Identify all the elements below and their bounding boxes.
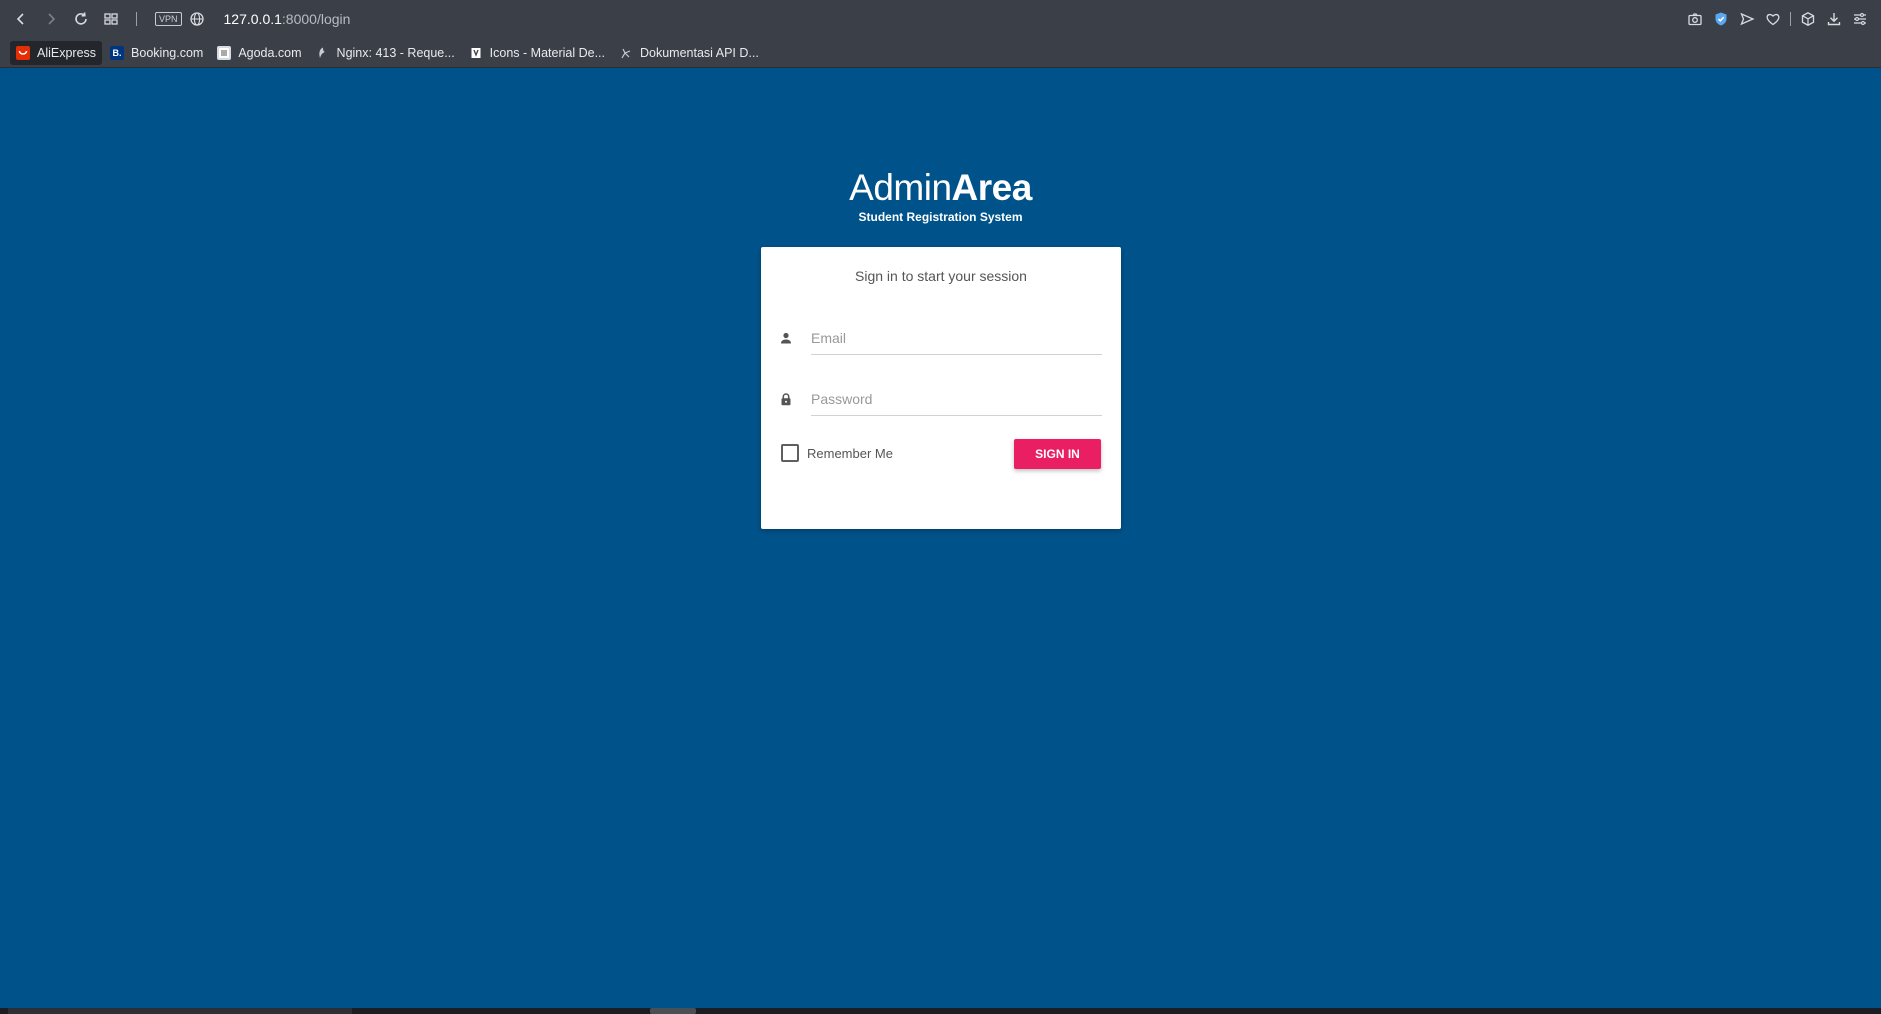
aliexpress-icon: [16, 45, 30, 60]
bookmarks-bar: AliExpress B. Booking.com Agoda.com Ngin…: [0, 38, 1881, 68]
tiles-button[interactable]: [96, 4, 126, 34]
bookmark-label: Agoda.com: [238, 45, 302, 60]
chevron-left-icon: [16, 13, 24, 25]
bookmark-api-docs[interactable]: Dokumentasi API D...: [613, 41, 765, 65]
remember-me[interactable]: Remember Me: [781, 444, 893, 462]
chevron-right-icon: [48, 13, 56, 25]
cube-icon: [1801, 12, 1815, 26]
booking-icon: B.: [110, 45, 125, 60]
snapshot-button[interactable]: [1682, 4, 1708, 34]
material-icon: [469, 46, 483, 60]
heart-icon: [1766, 13, 1780, 26]
bookmark-label: AliExpress: [37, 45, 97, 60]
url-host: 127.0.0.1: [223, 11, 282, 27]
password-field: [779, 378, 1103, 418]
remember-me-checkbox[interactable]: [781, 444, 799, 462]
camera-icon: [1688, 13, 1702, 26]
horizontal-scrollbar[interactable]: [0, 1008, 1881, 1014]
site-info-button[interactable]: [182, 4, 212, 34]
email-field: [779, 317, 1103, 357]
bookmark-label: Nginx: 413 - Reque...: [336, 45, 455, 60]
sign-in-button[interactable]: SIGN IN: [1014, 439, 1101, 469]
vpn-badge[interactable]: VPN: [155, 12, 182, 26]
toolbar-divider: [136, 12, 137, 26]
extensions-button[interactable]: [1795, 4, 1821, 34]
nginx-icon: [316, 46, 330, 60]
download-icon: [1827, 13, 1841, 26]
menu-sliders-icon: [1854, 13, 1866, 25]
send-icon: [1740, 12, 1755, 26]
agoda-icon: [217, 45, 232, 60]
remember-me-label[interactable]: Remember Me: [807, 446, 893, 461]
bookmark-label: Dokumentasi API D...: [640, 45, 759, 60]
bookmark-label: Icons - Material De...: [489, 45, 605, 60]
bookmark-material-icons[interactable]: Icons - Material De...: [463, 41, 611, 65]
reload-icon: [75, 12, 87, 25]
login-message: Sign in to start your session: [855, 268, 1027, 284]
brand-bold: Area: [951, 167, 1033, 208]
back-button[interactable]: [6, 4, 36, 34]
bookmark-aliexpress[interactable]: AliExpress: [10, 40, 103, 65]
brand-subtitle: Student Registration System: [858, 210, 1023, 224]
toolbar-divider-right: [1790, 12, 1791, 26]
easy-setup-button[interactable]: [1847, 4, 1873, 34]
scrollbar-thumb[interactable]: [650, 1008, 696, 1014]
address-bar[interactable]: 127.0.0.1:8000/login: [224, 11, 351, 27]
bookmark-booking[interactable]: B. Booking.com: [104, 41, 209, 65]
brand-light: Admin: [849, 167, 952, 208]
reload-button[interactable]: [66, 4, 96, 34]
browser-toolbar: VPN 127.0.0.1:8000/login: [0, 0, 1881, 38]
shield-button[interactable]: [1708, 4, 1734, 34]
globe-icon: [189, 12, 204, 26]
send-button[interactable]: [1734, 4, 1760, 34]
email-input[interactable]: [811, 321, 1102, 355]
lock-icon: [781, 393, 791, 406]
favorites-button[interactable]: [1760, 4, 1786, 34]
shield-icon: [1715, 12, 1727, 26]
bookmark-label: Booking.com: [131, 45, 204, 60]
bookmark-agoda[interactable]: Agoda.com: [211, 41, 307, 65]
person-icon: [781, 332, 791, 344]
forward-button[interactable]: [36, 4, 66, 34]
scrollbar-track-segment: [8, 1008, 352, 1014]
password-input[interactable]: [811, 382, 1102, 416]
bookmark-nginx[interactable]: Nginx: 413 - Reque...: [310, 41, 461, 65]
login-brand: AdminArea Student Registration System: [0, 166, 1881, 224]
login-card: Sign in to start your session Remember M…: [761, 247, 1121, 529]
url-path: :8000/login: [281, 11, 351, 27]
toolbar-right-tools: [1682, 4, 1873, 34]
api-docs-icon: [619, 46, 633, 60]
downloads-button[interactable]: [1821, 4, 1847, 34]
tiles-icon: [104, 13, 118, 25]
brand-logo[interactable]: AdminArea: [0, 166, 1881, 210]
